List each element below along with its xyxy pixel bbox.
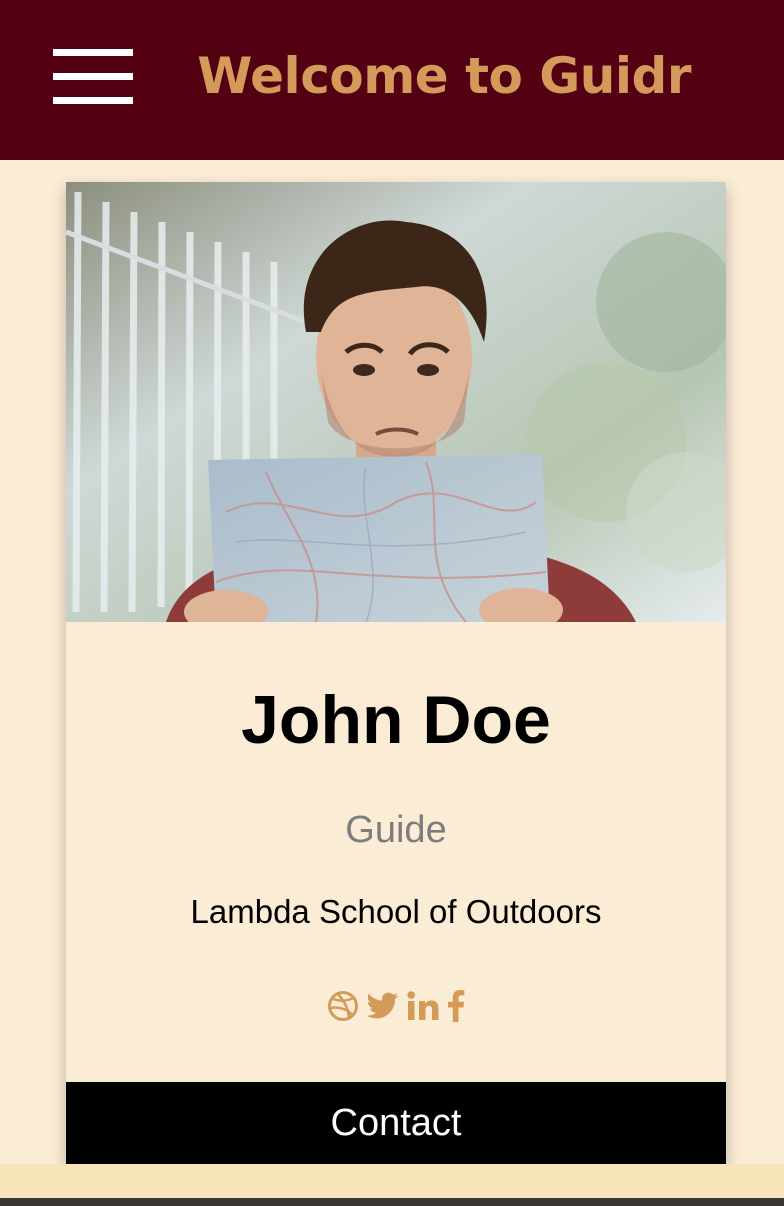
dribbble-icon[interactable] bbox=[327, 990, 359, 1022]
linkedin-icon[interactable] bbox=[407, 991, 439, 1021]
site-title: Welcome to Guidr bbox=[197, 47, 691, 105]
facebook-icon[interactable] bbox=[447, 990, 465, 1022]
profile-card: John Doe Guide Lambda School of Outdoors bbox=[66, 182, 726, 1164]
twitter-icon[interactable] bbox=[367, 992, 399, 1020]
social-links bbox=[66, 986, 726, 1026]
top-header: Welcome to Guidr bbox=[0, 0, 784, 160]
guide-school: Lambda School of Outdoors bbox=[190, 893, 602, 930]
guide-name: John Doe bbox=[241, 682, 551, 758]
contact-button[interactable]: Contact bbox=[66, 1082, 726, 1164]
footer-edge bbox=[0, 1198, 784, 1206]
hamburger-menu-icon[interactable] bbox=[53, 49, 133, 105]
footer-strip bbox=[0, 1164, 784, 1198]
guide-role: Guide bbox=[345, 809, 447, 851]
profile-photo bbox=[66, 182, 726, 622]
